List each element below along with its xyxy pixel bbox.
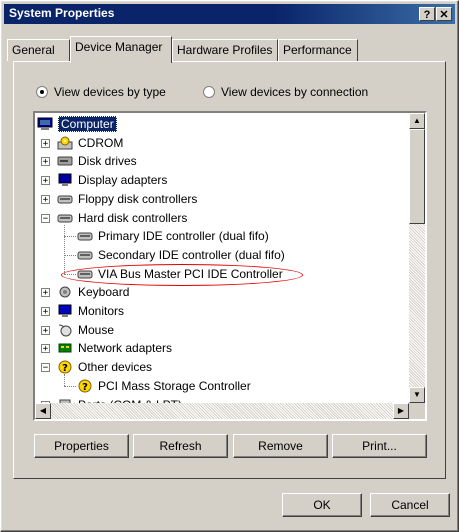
mouse-icon — [57, 323, 73, 337]
tab-performance[interactable]: Performance — [278, 39, 358, 61]
properties-button[interactable]: Properties — [34, 434, 129, 458]
tree-connector-line — [64, 254, 76, 256]
tree-item[interactable]: VIA Bus Master PCI IDE Controller — [77, 265, 283, 283]
radio-circle-checked-icon — [36, 86, 48, 98]
tree-item[interactable]: Computer — [37, 115, 117, 133]
radio-circle-icon — [203, 86, 215, 98]
system-properties-window: System Properties ? ✕ General Device Man… — [0, 0, 459, 532]
device-tree[interactable]: Computer + CDROM + Disk drives + Display adapt… — [33, 111, 427, 421]
tree-item[interactable]: Display adapters — [57, 171, 167, 189]
expand-plus-icon[interactable]: + — [41, 176, 50, 186]
tree-item-label: Monitors — [78, 304, 125, 318]
display-icon — [57, 173, 73, 187]
tree-item[interactable]: Keyboard — [57, 283, 129, 301]
computer-icon — [37, 117, 53, 131]
collapse-minus-icon[interactable]: − — [41, 213, 50, 223]
controller-icon — [57, 211, 73, 225]
tree-item-label: Other devices — [78, 360, 153, 375]
tree-item-label: Floppy disk controllers — [78, 191, 198, 206]
tree-item[interactable]: Primary IDE controller (dual fifo) — [77, 227, 269, 245]
radio-view-by-connection[interactable]: View devices by connection — [203, 85, 368, 99]
scrollbar-corner — [409, 403, 425, 419]
controller-icon — [77, 248, 93, 262]
tree-item[interactable]: CDROM — [57, 134, 123, 152]
svg-text:?: ? — [62, 363, 68, 374]
window-title: System Properties — [9, 6, 115, 20]
tree-item[interactable]: ? PCI Mass Storage Controller — [77, 377, 251, 395]
tree-item[interactable]: Floppy disk controllers — [57, 190, 197, 208]
tree-item-label: Primary IDE controller (dual fifo) — [98, 229, 269, 244]
tree-connector-line — [64, 374, 65, 386]
vertical-scroll-thumb[interactable] — [409, 129, 425, 224]
tree-item-label: Keyboard — [78, 285, 130, 300]
tree-item-label: Computer — [58, 116, 117, 132]
tree-item[interactable]: Secondary IDE controller (dual fifo) — [77, 246, 285, 264]
scroll-down-button[interactable]: ▼ — [409, 387, 425, 403]
scroll-up-button[interactable]: ▲ — [409, 113, 425, 129]
tree-connector-line — [64, 236, 76, 238]
expand-plus-icon[interactable]: + — [41, 288, 50, 298]
vertical-scrollbar[interactable]: ▲ ▼ — [409, 113, 425, 403]
tab-hardware-profiles[interactable]: Hardware Profiles — [172, 39, 278, 61]
tree-item-label: Display adapters — [78, 173, 168, 188]
radio-label: View devices by type — [54, 85, 166, 99]
tree-item[interactable]: Mouse — [57, 321, 114, 339]
tree-item[interactable]: Network adapters — [57, 339, 172, 357]
refresh-button[interactable]: Refresh — [133, 434, 228, 458]
expand-plus-icon[interactable]: + — [41, 138, 50, 148]
scroll-left-button[interactable]: ◀ — [35, 403, 51, 419]
controller-icon — [77, 229, 93, 243]
tree-item[interactable]: Hard disk controllers — [57, 209, 187, 227]
svg-text:?: ? — [82, 382, 88, 393]
tree-item[interactable]: Monitors — [57, 302, 124, 320]
collapse-minus-icon[interactable]: − — [41, 363, 50, 373]
tree-item-label: Mouse — [78, 322, 115, 337]
unknown-device-icon: ? — [57, 360, 73, 374]
cdrom-icon — [57, 136, 73, 150]
radio-view-by-type[interactable]: View devices by type — [36, 85, 166, 99]
expand-plus-icon[interactable]: + — [41, 307, 50, 317]
tree-item[interactable]: ? Other devices — [57, 358, 152, 376]
controller-icon — [57, 192, 73, 206]
tree-connector-line — [64, 385, 76, 387]
tab-general[interactable]: General — [7, 39, 70, 61]
network-icon — [57, 341, 73, 355]
disk-drive-icon — [57, 154, 73, 168]
tree-connector-line — [64, 224, 65, 274]
expand-plus-icon[interactable]: + — [41, 194, 50, 204]
ok-button[interactable]: OK — [282, 493, 362, 517]
controller-icon — [77, 267, 93, 281]
radio-label: View devices by connection — [221, 85, 369, 99]
tree-item-label: Secondary IDE controller (dual fifo) — [98, 247, 285, 262]
tree-item-label: Network adapters — [78, 341, 173, 356]
remove-button[interactable]: Remove — [233, 434, 328, 458]
expand-plus-icon[interactable]: + — [41, 344, 50, 354]
print-button[interactable]: Print... — [332, 434, 427, 458]
tree-item-label: PCI Mass Storage Controller — [98, 378, 251, 393]
help-button[interactable]: ? — [419, 7, 435, 21]
cancel-button[interactable]: Cancel — [370, 493, 450, 517]
close-button[interactable]: ✕ — [436, 7, 452, 21]
title-bar[interactable]: System Properties ? ✕ — [4, 4, 455, 24]
tree-item-label: CDROM — [78, 135, 124, 150]
monitor-icon — [57, 304, 73, 318]
tree-item[interactable]: Disk drives — [57, 152, 137, 170]
scroll-right-button[interactable]: ▶ — [393, 403, 409, 419]
unknown-device-icon: ? — [77, 379, 93, 393]
expand-plus-icon[interactable]: + — [41, 325, 50, 335]
tree-item-label: VIA Bus Master PCI IDE Controller — [98, 266, 283, 281]
tree-item-label: Hard disk controllers — [78, 210, 188, 225]
tab-device-manager[interactable]: Device Manager — [70, 36, 172, 63]
horizontal-scrollbar[interactable]: ◀ ▶ — [35, 403, 409, 419]
tree-item-label: Disk drives — [78, 154, 137, 169]
keyboard-icon — [57, 285, 73, 299]
expand-plus-icon[interactable]: + — [41, 157, 50, 167]
tree-connector-line — [64, 273, 76, 275]
